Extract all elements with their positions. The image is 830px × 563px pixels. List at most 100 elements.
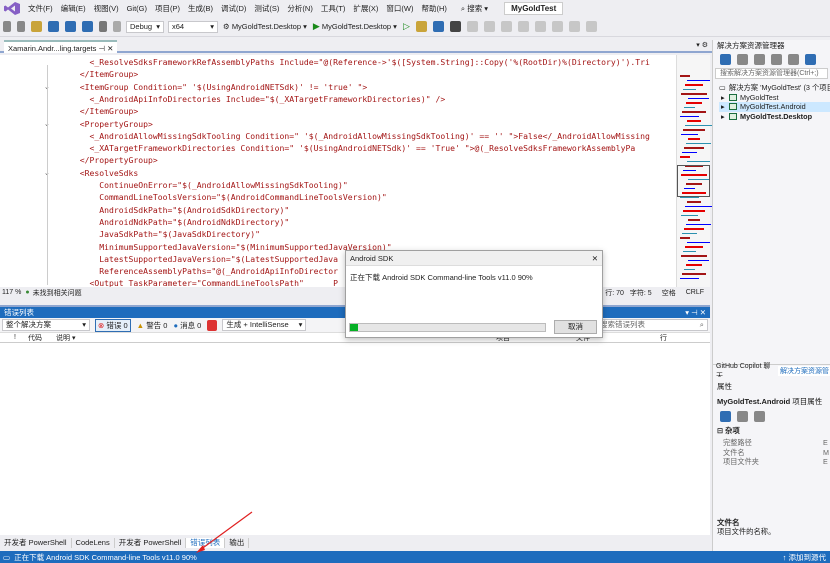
status-text: 正在下载 Android SDK Command-line Tools v11.… [14,552,197,562]
menu-window[interactable]: 窗口(W) [382,0,417,17]
tab-solution-explorer[interactable]: 解决方案资源管 [778,366,830,376]
filter-icon[interactable] [207,319,218,331]
menu-build[interactable]: 生成(B) [184,0,217,17]
category-row[interactable]: ⊟ 杂项 [713,424,830,438]
scroll-viewport-box[interactable] [677,165,710,197]
config-select[interactable]: Debug ▾ [126,20,164,33]
toolbar-tool-10-icon[interactable] [568,21,580,32]
project-node-selected[interactable]: ▸ MyGoldTest.Android [719,102,830,112]
scope-select[interactable]: 整个解决方案 ▾ [2,319,90,331]
menu-test[interactable]: 测试(S) [250,0,283,17]
project-node-startup[interactable]: ▸ MyGoldTest.Desktop [719,112,830,122]
tab-dev-powershell-2[interactable]: 开发者 PowerShell [115,538,187,548]
home-icon[interactable] [771,54,782,65]
menu-git[interactable]: Git(G) [123,0,151,17]
undo-icon[interactable] [99,21,107,32]
toolbar-tool-7-icon[interactable] [517,21,529,32]
forward-icon[interactable] [754,54,765,65]
zoom-level[interactable]: 117 % [2,289,21,296]
toolbar-tool-2-icon[interactable] [432,21,444,32]
toolbar-tool-6-icon[interactable] [500,21,512,32]
messages-count: 消息 0 [180,320,202,330]
alphabetical-icon[interactable] [737,411,748,422]
error-search-input[interactable]: 搜索错误列表 ⌕ [596,319,708,331]
project-node[interactable]: ▸ MyGoldTest [719,93,830,103]
error-list-panel: 错误列表 ▾ ⊣ ✕ 整个解决方案 ▾ ⊗ 错误 0 ▲ 警告 0 ● 消息 0 … [0,305,710,535]
code-line: MinimumSupportedJavaVersion="$(MinimumSu… [70,241,392,252]
startup-project-select[interactable]: ⚙ MyGoldTest.Desktop ▾ [223,22,307,31]
show-all-icon[interactable] [805,54,816,65]
scroll-map-mark [685,246,703,248]
toolbar-tool-9-icon[interactable] [551,21,563,32]
warnings-filter-button[interactable]: ▲ 警告 0 [137,320,168,331]
back-icon[interactable] [3,21,11,32]
pin-icon[interactable]: ⊣ [98,44,107,53]
editor-gutter: ⌄⌄⌄ [0,55,70,287]
toolbar-tool-4-icon[interactable] [466,21,478,32]
back-icon[interactable] [737,54,748,65]
line-ending[interactable]: CRLF [686,289,704,296]
switch-view-icon[interactable] [788,54,799,65]
indent-mode[interactable]: 空格 [662,288,676,298]
close-icon[interactable]: ✕ [592,251,598,265]
close-tab-icon[interactable]: ✕ [107,44,113,53]
cancel-button[interactable]: 取消 [554,320,597,334]
redo-icon[interactable] [113,21,121,32]
panel-controls-icon[interactable]: ▾ ⊣ ✕ [685,307,706,318]
toolbar-tool-11-icon[interactable] [585,21,597,32]
menu-extensions[interactable]: 扩展(X) [349,0,382,17]
solution-search-input[interactable]: 搜索解决方案资源管理器(Ctrl+;) [715,68,828,79]
build-filter-select[interactable]: 生成 + IntelliSense ▾ [222,319,307,331]
tab-codelens[interactable]: CodeLens [72,538,115,548]
tab-overflow-icon[interactable]: ▾ ⚙ [696,41,708,49]
expand-icon[interactable]: ▸ [721,93,729,103]
editor-scrollbar-map[interactable] [676,55,712,287]
menu-tools[interactable]: 工具(T) [317,0,350,17]
platform-select[interactable]: x64 ▾ [168,20,218,33]
scroll-map-mark [682,232,697,234]
save-icon[interactable] [65,21,76,32]
menu-file[interactable]: 文件(F) [24,0,57,17]
property-row[interactable]: 项目文件夹 E [723,457,830,467]
open-icon[interactable] [48,21,59,32]
menu-debug[interactable]: 调试(D) [217,0,250,17]
messages-filter-button[interactable]: ● 消息 0 [173,320,201,331]
toolbar-tool-5-icon[interactable] [483,21,495,32]
col-code[interactable]: 代码 [28,333,56,343]
project-label: MyGoldTest.Desktop [740,111,813,121]
save-all-icon[interactable] [82,21,93,32]
menu-edit[interactable]: 编辑(E) [57,0,90,17]
scroll-map-mark [684,268,695,270]
property-row[interactable]: 文件名 M [723,448,830,458]
menu-items: 文件(F) 编辑(E) 视图(V) Git(G) 项目(P) 生成(B) 调试(… [24,0,451,17]
tab-dev-powershell[interactable]: 开发者 PowerShell [0,538,72,548]
toolbar-tool-8-icon[interactable] [534,21,546,32]
code-line: ContinueOnError="$(_AndroidAllowMissingS… [70,180,348,190]
col-line[interactable]: 行 [660,333,667,343]
wrench-icon[interactable] [754,411,765,422]
search-button[interactable]: ⌕ 搜索 ▾ [457,3,492,14]
errors-filter-button[interactable]: ⊗ 错误 0 [95,318,131,332]
new-project-icon[interactable] [31,21,42,32]
expand-icon[interactable]: ▸ [721,102,729,112]
solution-node[interactable]: ▭ 解决方案 'MyGoldTest' (3 个项目 [719,83,830,93]
tab-output[interactable]: 输出 [225,538,250,548]
menu-project[interactable]: 项目(P) [151,0,184,17]
run-button[interactable]: ▶ MyGoldTest.Desktop ▾ [313,21,397,32]
menu-analyze[interactable]: 分析(N) [283,0,316,17]
menu-view[interactable]: 视图(V) [90,0,123,17]
issues-text[interactable]: 未找到相关问题 [33,288,82,298]
toolbar-tool-3-icon[interactable] [449,21,461,32]
forward-icon[interactable] [17,21,25,32]
categorized-icon[interactable] [720,411,731,422]
property-row[interactable]: 完整路径 E [723,438,830,448]
tab-error-list[interactable]: 错误列表 [186,538,226,548]
menu-help[interactable]: 帮助(H) [418,0,451,17]
add-to-source-control[interactable]: ↑ 添加到源代 [783,552,826,563]
expand-icon[interactable]: ▸ [721,112,729,122]
sync-icon[interactable] [720,54,731,65]
toolbar-tool-1-icon[interactable] [415,21,427,32]
document-tab[interactable]: Xamarin.Andr...ling.targets ⊣ ✕ [4,40,118,53]
run-without-debug-icon[interactable]: ▷ [403,21,410,32]
scroll-map-mark [681,93,707,95]
